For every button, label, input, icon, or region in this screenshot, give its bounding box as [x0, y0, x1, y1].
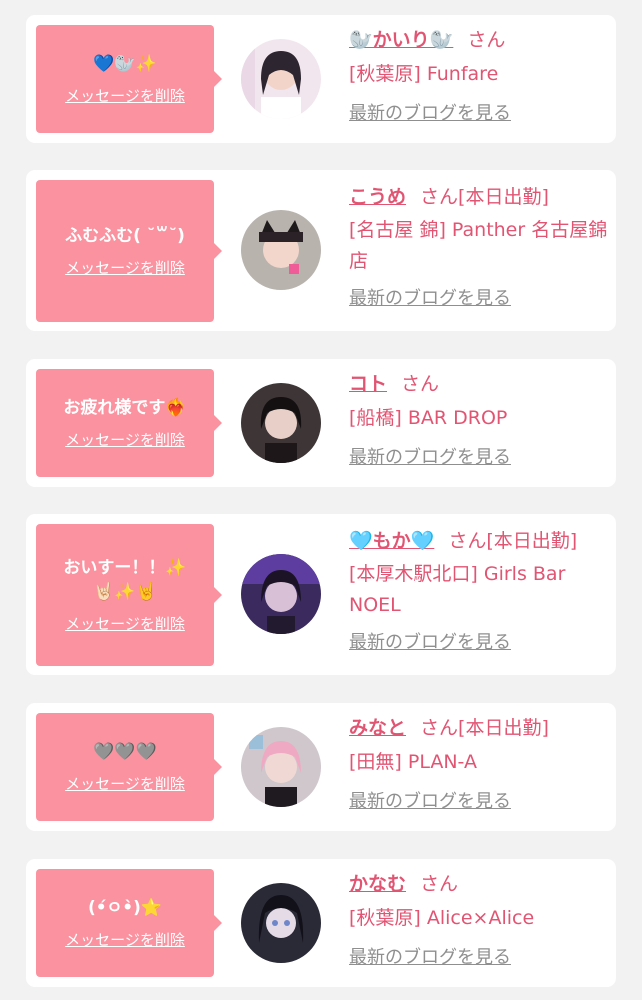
cast-info: みなと さん[本日出勤] [田無] PLAN-A 最新のブログを見る	[349, 713, 611, 815]
shop-label: [秋葉原] Funfare	[349, 63, 499, 85]
delete-message-link[interactable]: メッセージを削除	[65, 85, 185, 106]
message-bubble: (•́ㅇ•̀)⭐ メッセージを削除	[36, 869, 222, 977]
message-card: お疲れ様です❤️‍🔥 メッセージを削除 コト さん [船橋] BAR DROP 最…	[26, 359, 616, 487]
message-card: 💙🦭✨ メッセージを削除 🦭かいり🦭 さん [秋葉原] Funfare 最新のブロ…	[26, 15, 616, 143]
cast-info: コト さん [船橋] BAR DROP 最新のブログを見る	[349, 369, 611, 471]
message-text: 🩶🩶🩶	[93, 742, 157, 762]
cast-name-link[interactable]: かなむ	[349, 873, 406, 895]
avatar[interactable]	[241, 39, 321, 119]
blog-link[interactable]: 最新のブログを見る	[349, 445, 511, 471]
message-bubble: おいすー！！✨ 🤘🏻✨🤘 メッセージを削除	[36, 524, 222, 666]
blog-link[interactable]: 最新のブログを見る	[349, 101, 511, 127]
shop-label: [田無] PLAN-A	[349, 751, 477, 773]
honorific: さん	[467, 29, 506, 51]
message-card: 🩶🩶🩶 メッセージを削除 みなと さん[本日出勤] [田無] PLAN-A 最新の…	[26, 703, 616, 831]
shop-label: [秋葉原] Alice×Alice	[349, 907, 535, 929]
honorific: さん	[420, 717, 459, 739]
message-text: おいすー！！✨ 🤘🏻✨🤘	[63, 558, 187, 602]
blog-link[interactable]: 最新のブログを見る	[349, 945, 511, 971]
status-badge: [本日出勤]	[458, 717, 549, 739]
message-bubble: お疲れ様です❤️‍🔥 メッセージを削除	[36, 369, 222, 477]
cast-name-link[interactable]: 🩵もか🩵	[349, 530, 434, 552]
cast-name-link[interactable]: 🦭かいり🦭	[349, 29, 453, 51]
message-card: ふむふむ( ˘꒳˘) メッセージを削除 こうめ さん[本日出勤] [名古屋 錦] …	[26, 170, 616, 331]
avatar[interactable]	[241, 727, 321, 807]
honorific: さん	[448, 530, 487, 552]
avatar[interactable]	[241, 383, 321, 463]
status-badge: [本日出勤]	[458, 186, 549, 208]
delete-message-link[interactable]: メッセージを削除	[65, 429, 185, 450]
cast-info: 🦭かいり🦭 さん [秋葉原] Funfare 最新のブログを見る	[349, 25, 611, 127]
cast-info: 🩵もか🩵 さん[本日出勤] [本厚木駅北口] Girls Bar NOEL 最新の…	[349, 526, 611, 656]
shop-label: [名古屋 錦] Panther 名古屋錦店	[349, 219, 608, 272]
cast-name-link[interactable]: こうめ	[349, 186, 406, 208]
blog-link[interactable]: 最新のブログを見る	[349, 789, 511, 815]
honorific: さん	[420, 186, 459, 208]
honorific: さん	[401, 373, 440, 395]
delete-message-link[interactable]: メッセージを削除	[65, 613, 185, 634]
avatar[interactable]	[241, 883, 321, 963]
delete-message-link[interactable]: メッセージを削除	[65, 257, 185, 278]
cast-name-link[interactable]: コト	[349, 373, 387, 395]
message-card: (•́ㅇ•̀)⭐ メッセージを削除 かなむ さん [秋葉原] Alice×Alic…	[26, 859, 616, 987]
cast-name-link[interactable]: みなと	[349, 717, 406, 739]
message-bubble: 🩶🩶🩶 メッセージを削除	[36, 713, 222, 821]
delete-message-link[interactable]: メッセージを削除	[65, 929, 185, 950]
message-bubble: 💙🦭✨ メッセージを削除	[36, 25, 222, 133]
message-text: (•́ㅇ•̀)⭐	[87, 898, 163, 918]
blog-link[interactable]: 最新のブログを見る	[349, 286, 511, 312]
message-text: お疲れ様です❤️‍🔥	[63, 398, 187, 418]
status-badge: [本日出勤]	[486, 530, 578, 552]
avatar[interactable]	[241, 554, 321, 634]
delete-message-link[interactable]: メッセージを削除	[65, 773, 185, 794]
cast-info: こうめ さん[本日出勤] [名古屋 錦] Panther 名古屋錦店 最新のブログ…	[349, 182, 611, 312]
message-bubble: ふむふむ( ˘꒳˘) メッセージを削除	[36, 180, 222, 322]
shop-label: [船橋] BAR DROP	[349, 407, 508, 429]
avatar[interactable]	[241, 210, 321, 290]
blog-link[interactable]: 最新のブログを見る	[349, 630, 511, 656]
cast-info: かなむ さん [秋葉原] Alice×Alice 最新のブログを見る	[349, 869, 611, 971]
honorific: さん	[420, 873, 459, 895]
message-card: おいすー！！✨ 🤘🏻✨🤘 メッセージを削除 🩵もか🩵 さん[本日出勤] [本厚木駅…	[26, 514, 616, 675]
message-text: ふむふむ( ˘꒳˘)	[65, 226, 185, 246]
message-text: 💙🦭✨	[93, 54, 157, 74]
shop-label: [本厚木駅北口] Girls Bar NOEL	[349, 563, 566, 616]
